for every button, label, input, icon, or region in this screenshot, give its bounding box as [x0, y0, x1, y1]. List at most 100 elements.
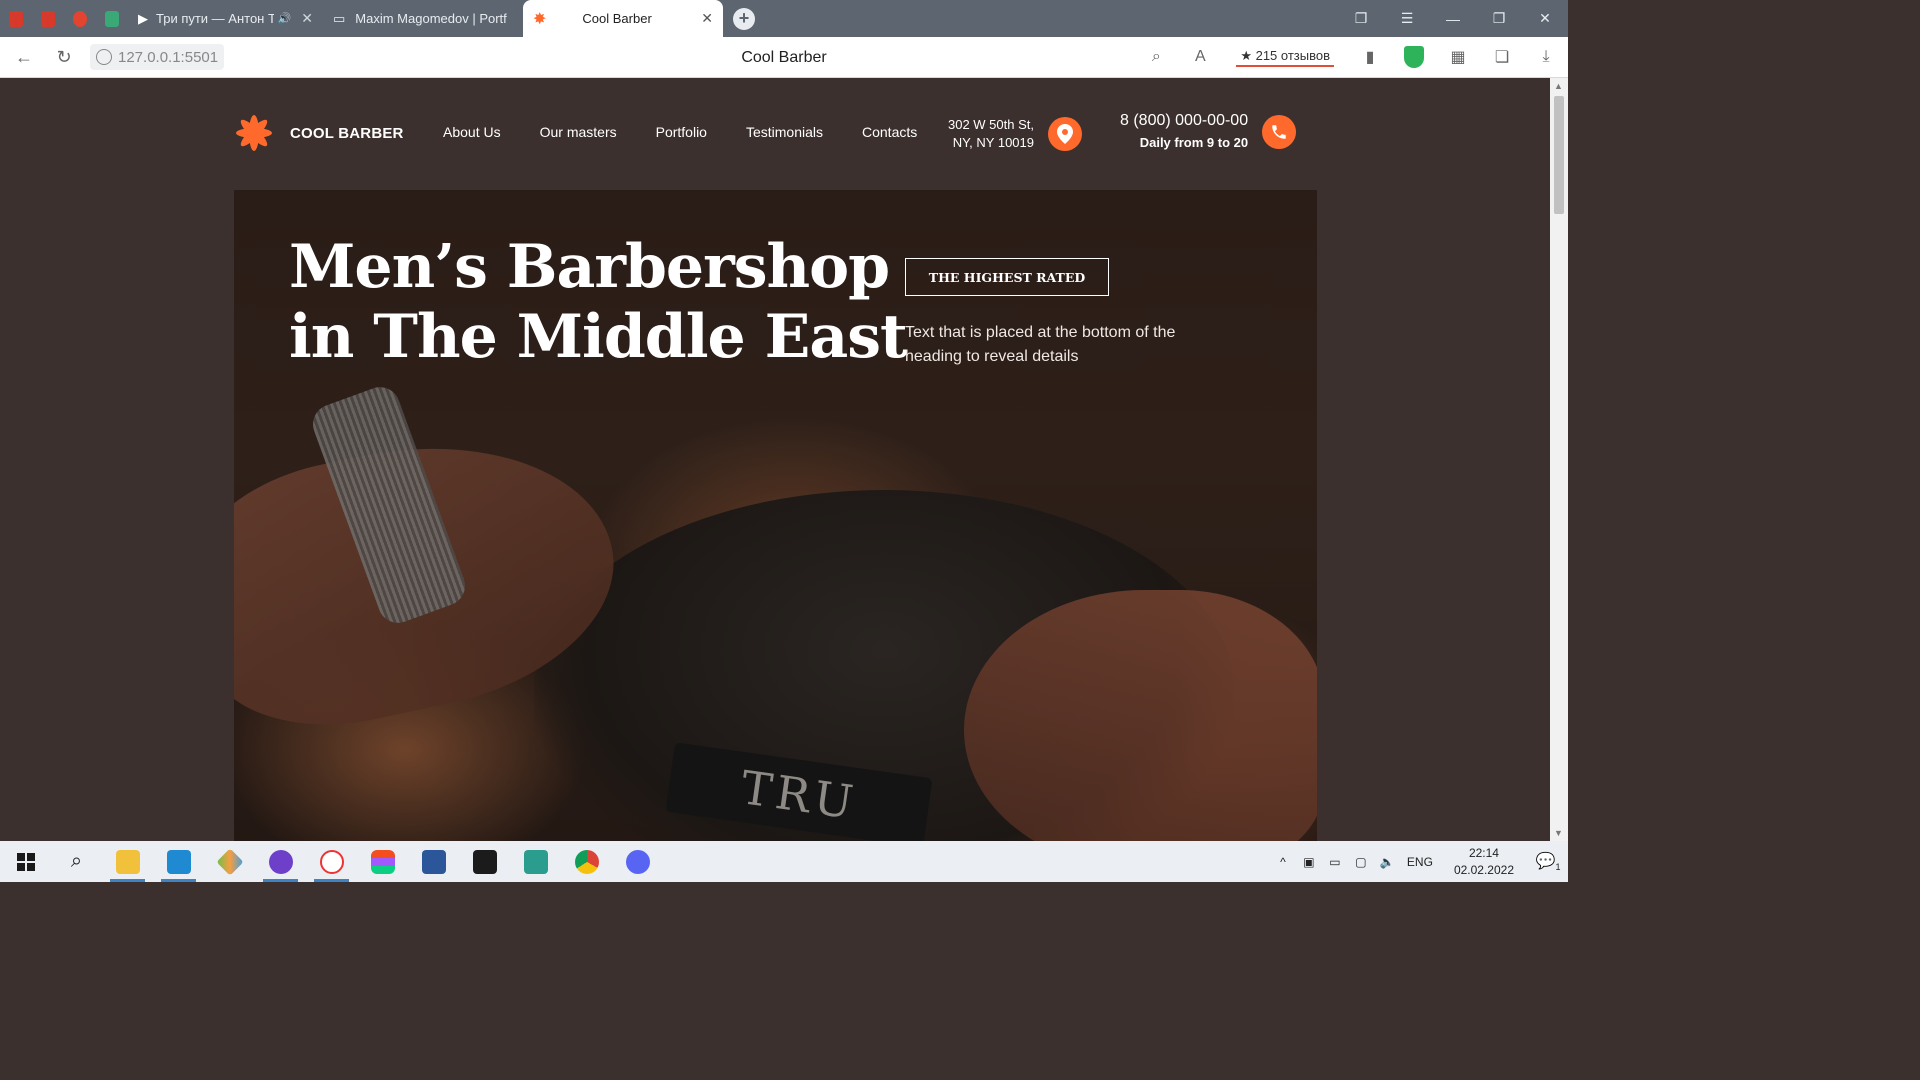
- nav-about-us[interactable]: About Us: [443, 124, 501, 140]
- address-line2: NY, NY 10019: [952, 135, 1034, 150]
- bookmark-icon[interactable]: ▮: [1348, 47, 1392, 67]
- url-text: 127.0.0.1:5501: [118, 48, 219, 66]
- play-icon: ▶: [138, 10, 148, 26]
- hero-title-line2: in The Middle East: [289, 302, 908, 372]
- address-block: 302 W 50th St, NY, NY 10019: [948, 116, 1082, 152]
- notification-count: 1: [1555, 862, 1561, 873]
- opening-hours: Daily from 9 to 20: [1139, 135, 1249, 150]
- barber-star-icon: [236, 115, 272, 151]
- close-icon[interactable]: ✕: [701, 10, 713, 27]
- minimize-icon[interactable]: —: [1430, 0, 1476, 37]
- nav-contacts[interactable]: Contacts: [862, 124, 917, 140]
- tab-title: Cool Barber: [582, 11, 652, 26]
- chevron-up-icon[interactable]: ^: [1270, 855, 1296, 869]
- taskbar: ⌕ ^ ▣ ▭ ▢ 🔈 ENG 22:14 02.02.2022 💬1: [0, 841, 1568, 882]
- address-line1: 302 W 50th St,: [948, 117, 1034, 132]
- language-indicator[interactable]: ENG: [1400, 855, 1440, 869]
- search-icon[interactable]: ⌕: [1134, 48, 1178, 66]
- logo[interactable]: COOL BARBER: [234, 113, 404, 153]
- pinned-tab[interactable]: [32, 0, 64, 37]
- pinned-tab[interactable]: [64, 0, 96, 37]
- system-tray: ^ ▣ ▭ ▢ 🔈 ENG 22:14 02.02.2022 💬1: [1270, 841, 1568, 882]
- hero-subtitle: Text that is placed at the bottom of the…: [905, 324, 1176, 365]
- tab-portfolio[interactable]: ▭ Maxim Magomedov | Portf: [323, 0, 523, 37]
- hero-title-line1: Men’s Barbershop: [289, 232, 890, 302]
- scroll-up-icon[interactable]: ▲: [1554, 81, 1563, 91]
- battery-icon[interactable]: ▭: [1322, 855, 1348, 869]
- file-explorer-icon[interactable]: [102, 841, 153, 882]
- pin-icon: [9, 10, 23, 27]
- phone-block: 8 (800) 000-00-00 Daily from 9 to 20: [1120, 110, 1297, 154]
- terminal-icon[interactable]: [459, 841, 510, 882]
- pinned-tab[interactable]: [0, 0, 32, 37]
- brand-name: COOL BARBER: [290, 124, 404, 142]
- main-nav: About Us Our masters Portfolio Testimoni…: [443, 124, 917, 140]
- highest-rated-badge[interactable]: THE HIGHEST RATED: [905, 258, 1109, 296]
- hero-title: Men’s Barbershop in The Middle East: [289, 232, 908, 372]
- scroll-down-icon[interactable]: ▼: [1554, 828, 1563, 838]
- browser-tabbar: ▶ Три пути — Антон Т 🔊 ✕ ▭ Maxim Magomed…: [0, 0, 1568, 37]
- reload-icon[interactable]: ↻: [44, 47, 84, 68]
- tab-cool-barber[interactable]: ✸ Cool Barber ✕: [523, 0, 723, 37]
- collections-icon[interactable]: ❏: [1480, 47, 1524, 67]
- close-window-icon[interactable]: ✕: [1522, 0, 1568, 37]
- new-tab-button[interactable]: +: [733, 7, 755, 30]
- page-scrollbar[interactable]: ▲ ▼: [1550, 78, 1568, 841]
- url-field[interactable]: 127.0.0.1:5501: [90, 44, 225, 70]
- globe-icon: [96, 49, 112, 65]
- phone-text: 8 (800) 000-00-00 Daily from 9 to 20: [1120, 110, 1248, 154]
- nav-testimonials[interactable]: Testimonials: [746, 124, 823, 140]
- meet-icon[interactable]: ▣: [1296, 855, 1322, 869]
- location-pin-icon[interactable]: [1048, 117, 1082, 151]
- notification-icon[interactable]: 💬1: [1528, 851, 1568, 872]
- app-icon: [105, 10, 119, 27]
- reviews-badge[interactable]: ★ 215 отзывов: [1236, 48, 1334, 67]
- yandex-browser-icon[interactable]: [306, 841, 357, 882]
- address-bar-actions: ⌕ A ★ 215 отзывов ▮ ▦ ❏ ⤓: [1134, 37, 1568, 78]
- windows-start-icon[interactable]: [0, 841, 51, 882]
- hero-section: TRU Men’s Barbershop in The Middle East …: [234, 190, 1317, 841]
- clock-date: 02.02.2022: [1453, 862, 1514, 877]
- tab-music[interactable]: ▶ Три пути — Антон Т 🔊 ✕: [128, 0, 323, 37]
- phone-number[interactable]: 8 (800) 000-00-00: [1120, 110, 1248, 132]
- address-text: 302 W 50th St, NY, NY 10019: [948, 116, 1034, 152]
- tab-title: Maxim Magomedov | Portf: [355, 11, 507, 26]
- translate-icon[interactable]: A: [1178, 48, 1222, 66]
- word-icon[interactable]: [408, 841, 459, 882]
- barber-star-icon: ✸: [533, 10, 547, 28]
- discord-icon[interactable]: [612, 841, 663, 882]
- search-icon[interactable]: ⌕: [51, 841, 102, 882]
- clock[interactable]: 22:14 02.02.2022: [1454, 845, 1514, 879]
- bookmarks-icon[interactable]: ❐: [1338, 0, 1384, 37]
- window-controls: ❐ ☰ — ❐ ✕: [1338, 0, 1568, 37]
- volume-icon[interactable]: 🔈: [1374, 855, 1400, 869]
- menu-icon[interactable]: ☰: [1384, 0, 1430, 37]
- audio-icon[interactable]: 🔊: [278, 12, 292, 25]
- vscode-icon[interactable]: [153, 841, 204, 882]
- clock-time: 22:14: [1468, 845, 1499, 860]
- restore-icon[interactable]: ❐: [1476, 0, 1522, 37]
- figma-icon[interactable]: [357, 841, 408, 882]
- address-bar: ← ↻ 127.0.0.1:5501 Cool Barber ⌕ A ★ 215…: [0, 37, 1568, 78]
- git-client-icon[interactable]: [204, 841, 255, 882]
- protect-shield-icon[interactable]: [1404, 46, 1424, 68]
- network-icon[interactable]: ▢: [1348, 855, 1374, 869]
- pin-icon: [41, 10, 55, 27]
- razor-text: TRU: [737, 760, 861, 830]
- close-icon[interactable]: ✕: [301, 10, 313, 27]
- download-icon[interactable]: ⤓: [1524, 48, 1568, 66]
- nav-portfolio[interactable]: Portfolio: [656, 124, 707, 140]
- powershell-icon[interactable]: [510, 841, 561, 882]
- qr-code-icon[interactable]: ▦: [1436, 47, 1480, 67]
- nav-our-masters[interactable]: Our masters: [540, 124, 617, 140]
- webpage: COOL BARBER About Us Our masters Portfol…: [0, 78, 1550, 841]
- briefcase-icon: ▭: [333, 10, 346, 26]
- opera-icon: [73, 10, 87, 27]
- scrollbar-thumb[interactable]: [1554, 96, 1564, 214]
- back-icon[interactable]: ←: [4, 47, 44, 68]
- tab-title: Три пути — Антон Т: [156, 11, 274, 26]
- phone-icon[interactable]: [1262, 115, 1297, 149]
- chrome-icon[interactable]: [561, 841, 612, 882]
- github-desktop-icon[interactable]: [255, 841, 306, 882]
- pinned-tab[interactable]: [96, 0, 128, 37]
